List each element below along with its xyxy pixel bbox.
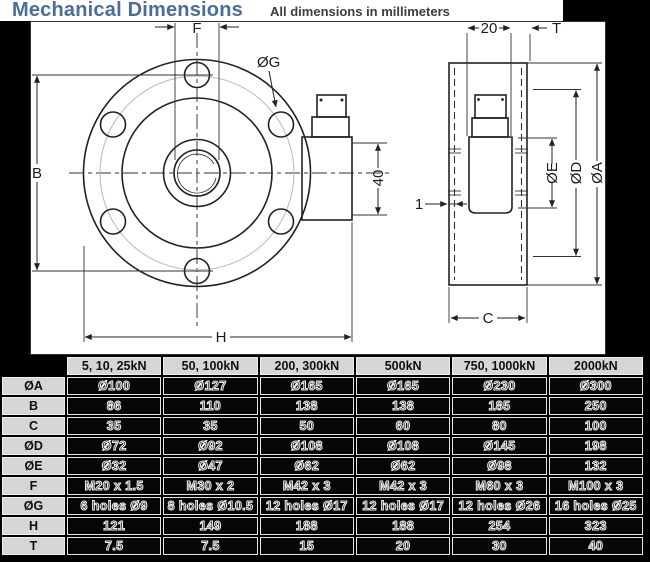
table-value-cell: Ø127: [163, 377, 257, 395]
row-header: H: [2, 517, 65, 535]
table-value-cell: 132: [549, 457, 643, 475]
table-value-cell: 188: [356, 517, 450, 535]
table-value-cell: 110: [163, 397, 257, 415]
table-value-cell: 250: [549, 397, 643, 415]
datasheet-page: { "title": "Mechanical Dimensions", "sub…: [0, 0, 650, 562]
table-value-cell: 12 holes Ø17: [260, 497, 354, 515]
table-value-cell: Ø145: [452, 437, 546, 455]
table-value-cell: Ø72: [67, 437, 161, 455]
table-value-cell: Ø165: [260, 377, 354, 395]
table-value-cell: 121: [67, 517, 161, 535]
table-value-cell: Ø230: [452, 377, 546, 395]
column-header: 5, 10, 25kN: [67, 357, 161, 375]
table-value-cell: 20: [356, 537, 450, 555]
row-header: B: [2, 397, 65, 415]
table-value-cell: 8 holes Ø10.5: [163, 497, 257, 515]
dim-label-od: ØD: [568, 162, 585, 185]
dim-label-oe: ØE: [544, 162, 561, 184]
table-value-cell: Ø62: [356, 457, 450, 475]
dim-label-og: ØG: [257, 54, 280, 71]
table-value-cell: Ø100: [67, 377, 161, 395]
table-value-cell: 80: [452, 417, 546, 435]
dim-label-t: T: [552, 21, 561, 37]
table-value-cell: 30: [452, 537, 546, 555]
drawing-panel: F ØG B 40 H: [30, 21, 606, 355]
connector-screw: [501, 98, 504, 101]
table-value-cell: Ø300: [549, 377, 643, 395]
table-corner-cell: [2, 357, 65, 375]
column-header: 500kN: [356, 357, 450, 375]
mechanical-drawing: F ØG B 40 H: [30, 21, 606, 355]
row-header: ØE: [2, 457, 65, 475]
page-title: Mechanical Dimensions: [12, 0, 243, 22]
table-value-cell: 16 holes Ø25: [549, 497, 643, 515]
table-value-cell: 35: [67, 417, 161, 435]
title-band: Mechanical Dimensions All dimensions in …: [0, 0, 563, 21]
dim-label-1: 1: [415, 196, 423, 213]
table-value-cell: 149: [163, 517, 257, 535]
table-value-cell: 7.5: [163, 537, 257, 555]
table-value-cell: M100 x 3: [549, 477, 643, 495]
table-value-cell: 12 holes Ø26: [452, 497, 546, 515]
table-value-cell: Ø108: [260, 437, 354, 455]
connector-screw: [341, 99, 344, 102]
table-value-cell: Ø32: [67, 457, 161, 475]
row-header: ØG: [2, 497, 65, 515]
row-header: T: [2, 537, 65, 555]
table-value-cell: M60 x 3: [452, 477, 546, 495]
table-value-cell: Ø165: [356, 377, 450, 395]
table-value-cell: 6 holes Ø9: [67, 497, 161, 515]
table-value-cell: 60: [356, 417, 450, 435]
table-value-cell: 50: [260, 417, 354, 435]
column-header: 200, 300kN: [260, 357, 354, 375]
table-value-cell: 86: [67, 397, 161, 415]
table-value-cell: Ø92: [163, 437, 257, 455]
table-value-cell: 100: [549, 417, 643, 435]
table-value-cell: 35: [163, 417, 257, 435]
table-value-cell: 40: [549, 537, 643, 555]
table-value-cell: 198: [549, 437, 643, 455]
dim-label-40: 40: [370, 170, 387, 187]
table-value-cell: M30 x 2: [163, 477, 257, 495]
dim-label-oa: ØA: [589, 162, 606, 184]
dim-label-f: F: [192, 21, 201, 37]
table-value-cell: 323: [549, 517, 643, 535]
row-header: C: [2, 417, 65, 435]
table-value-cell: 138: [260, 397, 354, 415]
column-header: 750, 1000kN: [452, 357, 546, 375]
table-value-cell: M42 x 3: [260, 477, 354, 495]
dim-label-h: H: [216, 329, 227, 346]
dim-label-20: 20: [481, 21, 498, 37]
dim-label-b: B: [32, 165, 42, 182]
table-value-cell: 138: [356, 397, 450, 415]
dimensions-table: 5, 10, 25kN50, 100kN200, 300kN500kN750, …: [2, 357, 643, 555]
table-value-cell: 185: [452, 397, 546, 415]
table-value-cell: M20 x 1.5: [67, 477, 161, 495]
table-value-cell: 7.5: [67, 537, 161, 555]
page-subtitle: All dimensions in millimeters: [270, 4, 450, 19]
table-value-cell: Ø98: [452, 457, 546, 475]
row-header: F: [2, 477, 65, 495]
table-value-cell: Ø62: [260, 457, 354, 475]
row-header: ØD: [2, 437, 65, 455]
table-value-cell: 12 holes Ø17: [356, 497, 450, 515]
table-value-cell: Ø47: [163, 457, 257, 475]
column-header: 50, 100kN: [163, 357, 257, 375]
connector-screw: [477, 98, 480, 101]
table-value-cell: 254: [452, 517, 546, 535]
table-value-cell: M42 x 3: [356, 477, 450, 495]
dim-label-c: C: [483, 310, 494, 327]
connector-screw: [320, 99, 323, 102]
table-value-cell: Ø108: [356, 437, 450, 455]
column-header: 2000kN: [549, 357, 643, 375]
row-header: ØA: [2, 377, 65, 395]
table-value-cell: 15: [260, 537, 354, 555]
table-value-cell: 188: [260, 517, 354, 535]
